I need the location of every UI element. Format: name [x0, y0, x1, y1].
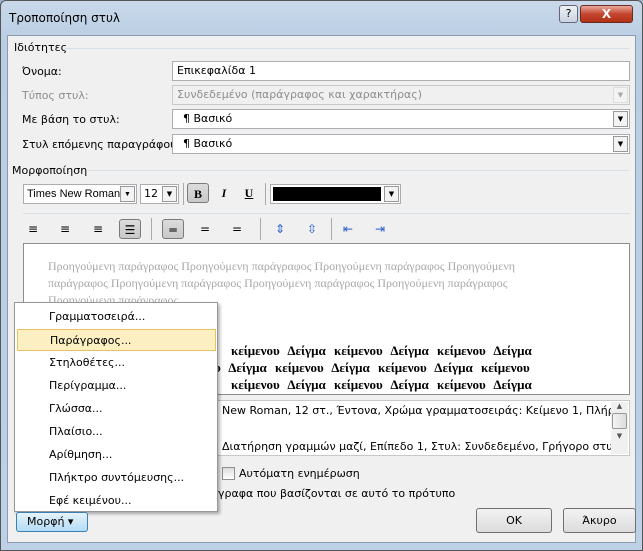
next-style-label: Στυλ επόμενης παραγράφου:	[22, 138, 181, 151]
sample-text-line: κείμενου Δείγμα κείμενου Δείγμα κείμενου…	[231, 377, 532, 392]
chevron-down-icon[interactable]: ▼	[120, 186, 135, 202]
close-button[interactable]: X	[580, 5, 633, 23]
properties-group-label: Ιδιότητες	[14, 41, 68, 54]
decrease-indent-icon: ⇤	[342, 222, 354, 236]
paragraph-spacing-increase-icon: ⇕	[274, 222, 286, 236]
font-color-select[interactable]: ▼	[270, 184, 401, 204]
style-type-value: Συνδεδεμένο (παράγραφος και χαρακτήρας)	[177, 88, 423, 101]
justify-button[interactable]: ☰	[119, 219, 141, 239]
based-on-select[interactable]: ¶ Βασικό ▼	[172, 109, 630, 129]
underline-button[interactable]: U	[238, 183, 260, 203]
menu-item[interactable]: Γραμματοσειρά...	[17, 306, 216, 328]
separator	[183, 183, 184, 205]
separator	[265, 183, 266, 205]
previous-paragraph-line: παράγραφος Προηγούμενη παράγραφος Προηγο…	[48, 276, 508, 290]
divider	[64, 48, 629, 49]
divider	[23, 213, 630, 214]
align-right-icon: ≡	[92, 222, 104, 236]
increase-paragraph-spacing-button[interactable]: ⇕	[269, 219, 291, 239]
italic-button[interactable]: I	[213, 183, 235, 203]
increase-indent-icon: ⇥	[374, 222, 386, 236]
chevron-down-icon[interactable]: ▼	[162, 186, 177, 202]
description-line: Διατήρηση γραμμών μαζί, Επίπεδο 1, Στυλ:…	[222, 440, 623, 453]
font-color-swatch	[273, 187, 381, 201]
paragraph-spacing-decrease-icon: ⇳	[306, 222, 318, 236]
based-on-value: ¶ Βασικό	[183, 112, 233, 125]
chevron-down-icon[interactable]: ▼	[613, 136, 628, 152]
chevron-down-icon[interactable]: ▼	[384, 186, 399, 202]
format-menu: Γραμματοσειρά... Παράγραφος... Στηλοθέτες.…	[14, 302, 218, 512]
name-input[interactable]: Επικεφαλίδα 1	[172, 61, 630, 81]
decrease-indent-button[interactable]: ⇤	[337, 219, 359, 239]
double-spacing-icon: =	[231, 222, 243, 236]
separator	[331, 218, 332, 240]
font-value: Times New Roman	[27, 188, 121, 200]
single-spacing-icon: ═	[169, 223, 177, 237]
align-left-icon: ≡	[27, 222, 39, 236]
menu-item[interactable]: Πλαίσιο...	[17, 421, 216, 443]
auto-update-checkbox[interactable]	[222, 467, 235, 480]
scroll-down-icon[interactable]: ▼	[611, 432, 628, 440]
dialog-title: Τροποποίηση στυλ	[9, 11, 120, 25]
bold-button[interactable]: B	[187, 183, 209, 203]
menu-item[interactable]: Αρίθμηση...	[17, 444, 216, 466]
one-half-spacing-button[interactable]: =	[194, 219, 216, 239]
divider	[88, 170, 629, 171]
based-on-label: Με βάση το στυλ:	[22, 113, 120, 126]
menu-item[interactable]: Παράγραφος...	[17, 329, 216, 351]
new-documents-option-label[interactable]: γραφα που βασίζονται σε αυτό το πρότυπο	[218, 487, 455, 500]
scrollbar-thumb[interactable]	[612, 413, 627, 429]
font-size-value: 12	[144, 187, 158, 200]
auto-update-label: Αυτόματη ενημέρωση	[239, 467, 360, 480]
separator	[151, 218, 152, 240]
name-label: Όνομα:	[22, 65, 62, 78]
menu-item[interactable]: Πλήκτρο συντόμευσης...	[17, 467, 216, 489]
sample-text-line: κείμενου Δείγμα κείμενου Δείγμα κείμενου…	[231, 343, 532, 358]
help-button[interactable]: ?	[559, 5, 578, 23]
style-type-select[interactable]: Συνδεδεμένο (παράγραφος και χαρακτήρας) ▼	[172, 85, 630, 105]
previous-paragraph-line: Προηγούμενη παράγραφος Προηγούμενη παράγ…	[48, 259, 516, 273]
menu-item[interactable]: Στηλοθέτες...	[17, 352, 216, 374]
menu-item[interactable]: Γλώσσα...	[17, 398, 216, 420]
scroll-up-icon[interactable]: ▲	[611, 402, 628, 410]
align-center-icon: ≡	[59, 222, 71, 236]
justify-icon: ☰	[124, 223, 136, 237]
description-scrollbar[interactable]: ▲ ▼	[611, 402, 628, 454]
decrease-paragraph-spacing-button[interactable]: ⇳	[301, 219, 323, 239]
increase-indent-button[interactable]: ⇥	[369, 219, 391, 239]
align-center-button[interactable]: ≡	[54, 219, 76, 239]
sample-text-line: υ Δείγμα κείμενου Δείγμα κείμενου Δείγμα…	[214, 360, 530, 375]
next-style-select[interactable]: ¶ Βασικό ▼	[172, 134, 630, 154]
chevron-down-icon[interactable]: ▼	[613, 111, 628, 127]
double-spacing-button[interactable]: =	[226, 219, 248, 239]
style-type-label: Τύπος στυλ:	[22, 89, 89, 102]
cancel-button[interactable]: Άκυρο	[563, 508, 636, 533]
ok-button[interactable]: OK	[476, 508, 552, 533]
menu-item[interactable]: Εφέ κειμένου...	[17, 490, 216, 512]
font-select[interactable]: Times New Roman ▼	[23, 184, 137, 204]
single-spacing-button[interactable]: ═	[162, 219, 184, 239]
font-size-select[interactable]: 12 ▼	[140, 184, 179, 204]
one-half-spacing-icon: =	[199, 222, 211, 236]
format-button[interactable]: Μορφή ▾	[16, 512, 88, 532]
menu-item[interactable]: Περίγραμμα...	[17, 375, 216, 397]
align-left-button[interactable]: ≡	[22, 219, 44, 239]
chevron-down-icon: ▼	[613, 87, 628, 103]
description-line: New Roman, 12 στ., Έντονα, Χρώμα γραμματ…	[222, 404, 629, 417]
next-style-value: ¶ Βασικό	[183, 137, 233, 150]
formatting-group-label: Μορφοποίηση	[12, 164, 88, 177]
separator	[260, 218, 261, 240]
align-right-button[interactable]: ≡	[87, 219, 109, 239]
